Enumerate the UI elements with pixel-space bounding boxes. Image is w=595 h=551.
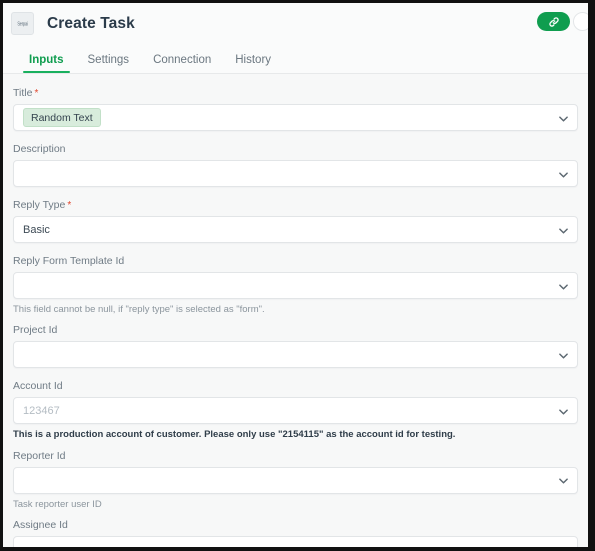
account-id-placeholder: 123467 bbox=[23, 404, 60, 417]
field-reporter-id: Reporter Id Task reporter user ID bbox=[3, 450, 588, 511]
chevron-down-icon[interactable] bbox=[559, 471, 568, 489]
field-description-label: Description bbox=[13, 143, 66, 155]
field-reply-type-label-text: Reply Type bbox=[13, 199, 66, 211]
page-title: Create Task bbox=[47, 14, 135, 32]
field-description: Description bbox=[3, 143, 588, 187]
description-input[interactable] bbox=[13, 160, 578, 187]
reply-type-value: Basic bbox=[23, 223, 50, 236]
chevron-down-icon[interactable] bbox=[559, 221, 568, 239]
title-input[interactable]: Random Text bbox=[13, 104, 578, 131]
tab-history[interactable]: History bbox=[223, 54, 283, 73]
tab-settings[interactable]: Settings bbox=[76, 54, 142, 73]
connection-link-button[interactable] bbox=[537, 12, 570, 31]
title-token-chip[interactable]: Random Text bbox=[23, 108, 101, 127]
panel-header: Serpai Create Task bbox=[3, 3, 588, 44]
reporter-id-input[interactable] bbox=[13, 466, 578, 494]
field-assignee-id-label: Assignee Id bbox=[13, 519, 68, 532]
field-project-id-label: Project Id bbox=[13, 324, 58, 337]
chevron-down-icon[interactable] bbox=[559, 346, 568, 364]
field-project-id: Project Id bbox=[3, 324, 588, 369]
account-id-warning: This is a production account of customer… bbox=[13, 429, 456, 441]
avatar[interactable] bbox=[573, 12, 588, 31]
required-asterisk: * bbox=[67, 200, 72, 211]
link-chain-icon bbox=[548, 16, 560, 28]
header-actions bbox=[537, 12, 588, 31]
field-title-label-text: Title bbox=[13, 87, 33, 99]
field-title: Title * Random Text bbox=[3, 87, 588, 131]
app-logo-text: Serpai bbox=[17, 19, 28, 27]
app-logo-icon: Serpai bbox=[11, 12, 34, 35]
field-reply-form-template-id-label: Reply Form Template Id bbox=[13, 255, 125, 267]
field-reply-type-label: Reply Type * bbox=[13, 199, 578, 211]
assignee-id-input[interactable] bbox=[13, 536, 578, 547]
reply-form-template-id-help: This field cannot be null, if "reply typ… bbox=[13, 304, 265, 315]
field-reply-form-template-id: Reply Form Template Id This field cannot… bbox=[3, 255, 588, 316]
field-reporter-id-label: Reporter Id bbox=[13, 449, 66, 462]
field-title-label: Title * bbox=[13, 87, 578, 99]
tab-connection[interactable]: Connection bbox=[141, 54, 223, 73]
reply-type-select[interactable]: Basic bbox=[13, 216, 578, 243]
project-id-input[interactable] bbox=[13, 341, 578, 369]
chevron-down-icon[interactable] bbox=[559, 277, 568, 295]
task-panel: Serpai Create Task Inputs Settings Conne… bbox=[3, 3, 588, 547]
chevron-down-icon[interactable] bbox=[559, 109, 568, 127]
tab-inputs[interactable]: Inputs bbox=[17, 54, 76, 73]
field-reply-type: Reply Type * Basic bbox=[3, 199, 588, 243]
tab-bar: Inputs Settings Connection History bbox=[3, 44, 588, 74]
field-account-id: Account Id 123467 This is a production a… bbox=[3, 380, 588, 441]
chevron-down-icon[interactable] bbox=[559, 402, 568, 420]
inputs-form: Title * Random Text Description Reply Ty… bbox=[3, 74, 588, 547]
chevron-down-icon[interactable] bbox=[559, 541, 568, 547]
chevron-down-icon[interactable] bbox=[559, 165, 568, 183]
account-id-input[interactable]: 123467 bbox=[13, 397, 578, 425]
required-asterisk: * bbox=[34, 88, 39, 99]
reporter-id-help: Task reporter user ID bbox=[13, 498, 102, 510]
field-account-id-label: Account Id bbox=[13, 380, 63, 393]
reply-form-template-id-input[interactable] bbox=[13, 272, 578, 299]
app-window: Serpai Create Task Inputs Settings Conne… bbox=[0, 0, 595, 551]
field-assignee-id: Assignee Id bbox=[3, 519, 588, 547]
